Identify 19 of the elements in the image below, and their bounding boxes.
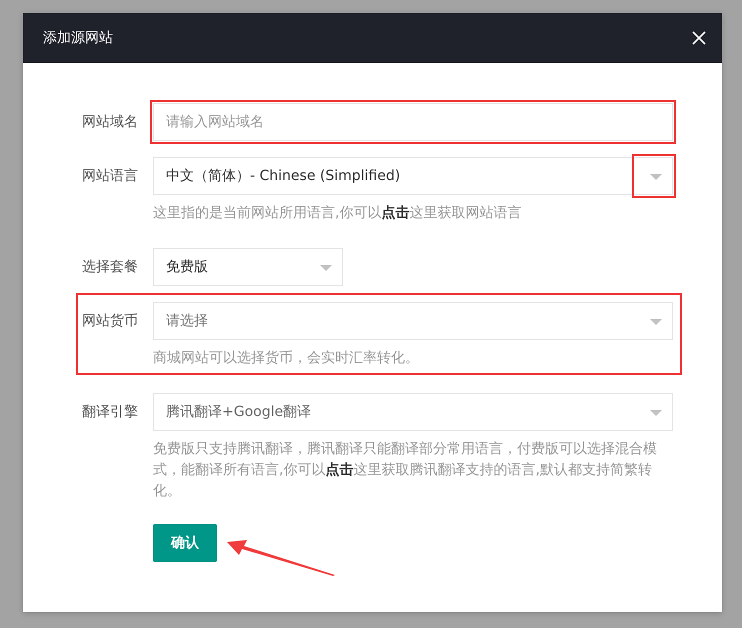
select-field[interactable]: 请选择 [153, 302, 673, 340]
caret-icon [650, 174, 662, 180]
help-text: 商城网站可以选择货币，会实时汇率转化。 [153, 349, 420, 368]
help-text: 这里指的是当前网站所用语言,你可以点击这里获取网站语言 [153, 204, 522, 223]
field-label: 网站货币 [82, 312, 139, 330]
field-label: 选择套餐 [82, 258, 139, 276]
caret-icon [650, 319, 662, 325]
field-label: 翻译引擎 [82, 403, 139, 421]
select-field[interactable]: 中文（简体）- Chinese (Simplified) [153, 157, 673, 195]
help-text: 免费版只支持腾讯翻译，腾讯翻译只能翻译部分常用语言，付费版可以选择混合模式，能翻译所有语言,你可以点击这里获取腾讯翻译支持的语言,默认都支持简繁转化。 [153, 440, 658, 501]
text-field[interactable]: 请输入网站域名 [153, 103, 673, 141]
field-label: 网站语言 [82, 167, 139, 185]
field-label: 网站域名 [82, 113, 139, 131]
caret-icon [650, 410, 662, 416]
caret-icon [320, 265, 332, 271]
select-field[interactable]: 免费版 [153, 248, 343, 286]
confirm-button[interactable]: 确认 [153, 524, 217, 562]
close-icon[interactable] [692, 31, 706, 45]
dialog-title: 添加源网站 [43, 29, 113, 47]
